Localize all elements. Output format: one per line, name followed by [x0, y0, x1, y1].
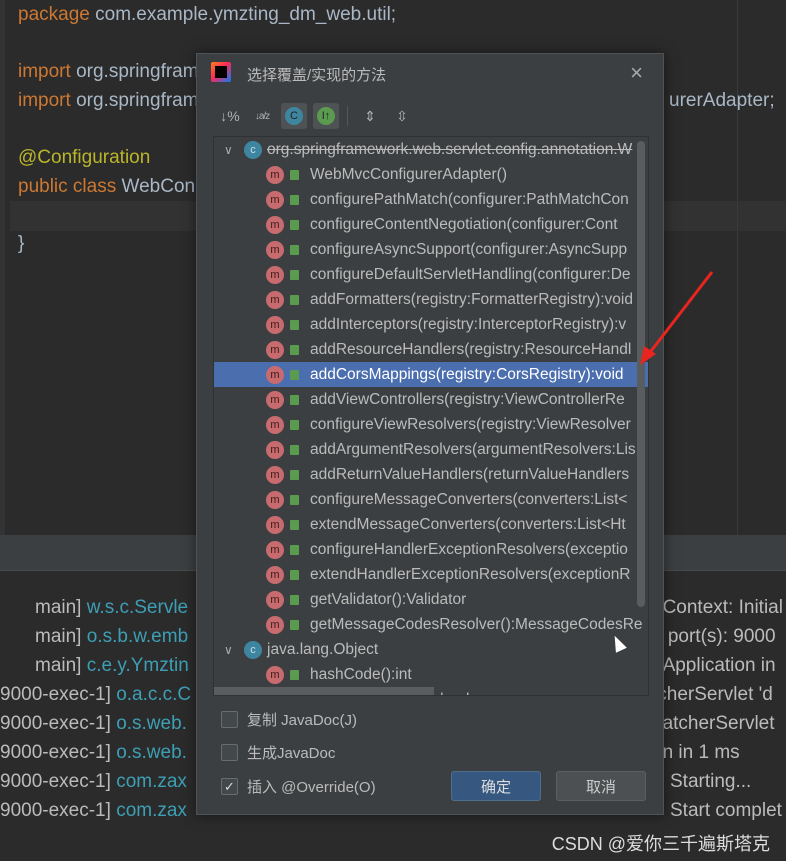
red-arrow-annotation: [640, 271, 714, 365]
watermark: CSDN @爱你三千遍斯塔克: [551, 834, 770, 854]
